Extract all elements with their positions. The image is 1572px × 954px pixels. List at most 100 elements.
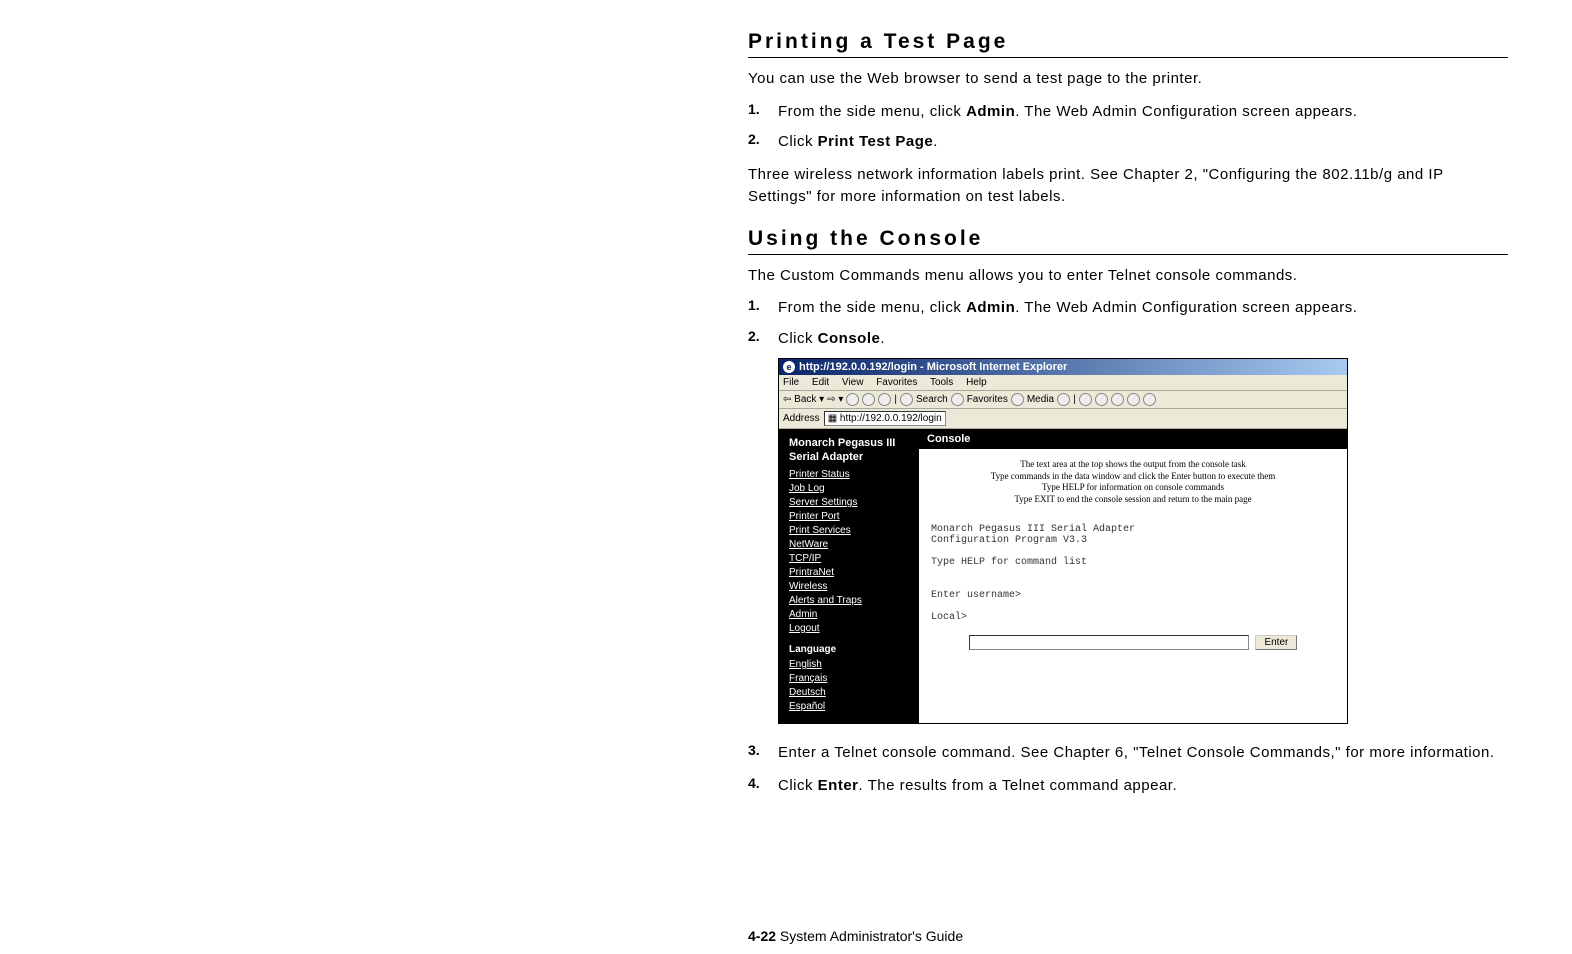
sidebar-link-printranet[interactable]: PrintraNet bbox=[789, 567, 909, 578]
step-text: From the side menu, click Admin. The Web… bbox=[778, 297, 1357, 320]
section2-step2: 2. Click Console. bbox=[748, 328, 1508, 351]
section-heading-console: Using the Console bbox=[748, 227, 1508, 255]
home-icon[interactable] bbox=[878, 393, 891, 406]
console-header: Console bbox=[919, 429, 1347, 449]
address-label: Address bbox=[783, 413, 820, 424]
sidebar-title: Monarch Pegasus III bbox=[789, 437, 909, 449]
sidebar-link-admin[interactable]: Admin bbox=[789, 609, 909, 620]
console-line: Enter username> bbox=[931, 590, 1335, 601]
step-text: Click Enter. The results from a Telnet c… bbox=[778, 775, 1177, 798]
sidebar-link-wireless[interactable]: Wireless bbox=[789, 581, 909, 592]
section2-step3: 3. Enter a Telnet console command. See C… bbox=[748, 742, 1508, 765]
mail-icon[interactable] bbox=[1079, 393, 1092, 406]
sidebar-link-printer-port[interactable]: Printer Port bbox=[789, 511, 909, 522]
language-header: Language bbox=[789, 644, 909, 655]
section1-outro: Three wireless network information label… bbox=[748, 164, 1508, 209]
console-line: Configuration Program V3.3 bbox=[931, 535, 1335, 546]
menu-file[interactable]: File bbox=[783, 377, 799, 388]
ie-titlebar: e http://192.0.0.192/login - Microsoft I… bbox=[779, 359, 1347, 375]
discuss-icon[interactable] bbox=[1127, 393, 1140, 406]
step-text: From the side menu, click Admin. The Web… bbox=[778, 101, 1357, 124]
step-text-a: From the side menu, click bbox=[778, 103, 966, 120]
step-number: 3. bbox=[748, 742, 778, 765]
console-line: Local> bbox=[931, 612, 1335, 623]
section1-step2: 2. Click Print Test Page. bbox=[748, 131, 1508, 154]
step-text-bold: Print Test Page bbox=[818, 133, 934, 150]
print-icon[interactable] bbox=[1095, 393, 1108, 406]
enter-button[interactable]: Enter bbox=[1255, 635, 1297, 650]
history-icon[interactable] bbox=[1057, 393, 1070, 406]
sidebar-link-alerts[interactable]: Alerts and Traps bbox=[789, 595, 909, 606]
menu-view[interactable]: View bbox=[842, 377, 864, 388]
address-value: http://192.0.0.192/login bbox=[840, 413, 942, 424]
media-label[interactable]: Media bbox=[1027, 394, 1054, 405]
ie-title-text: http://192.0.0.192/login - Microsoft Int… bbox=[799, 361, 1067, 373]
step-text-a: From the side menu, click bbox=[778, 299, 966, 316]
section2-intro: The Custom Commands menu allows you to e… bbox=[748, 265, 1508, 288]
sidebar-link-logout[interactable]: Logout bbox=[789, 623, 909, 634]
console-line: Monarch Pegasus III Serial Adapter bbox=[931, 524, 1335, 535]
step-number: 2. bbox=[748, 328, 778, 351]
step-text-a: Click bbox=[778, 133, 818, 150]
sidebar-link-netware[interactable]: NetWare bbox=[789, 539, 909, 550]
section-heading-print-test: Printing a Test Page bbox=[748, 30, 1508, 58]
sidebar-link-server-settings[interactable]: Server Settings bbox=[789, 497, 909, 508]
console-line: Type HELP for command list bbox=[931, 557, 1335, 568]
step-number: 4. bbox=[748, 775, 778, 798]
ie-addressbar: Address ▦ http://192.0.0.192/login bbox=[779, 409, 1347, 429]
menu-favorites[interactable]: Favorites bbox=[876, 377, 917, 388]
step-text: Enter a Telnet console command. See Chap… bbox=[778, 742, 1495, 765]
lang-espanol[interactable]: Español bbox=[789, 701, 909, 712]
favorites-icon[interactable] bbox=[951, 393, 964, 406]
step-text-a: Click bbox=[778, 777, 818, 794]
refresh-icon[interactable] bbox=[862, 393, 875, 406]
forward-button[interactable]: ⇨ ▾ bbox=[827, 394, 843, 405]
step-text-b: . bbox=[933, 133, 938, 150]
back-button[interactable]: ⇦ Back ▾ bbox=[783, 394, 824, 405]
lang-deutsch[interactable]: Deutsch bbox=[789, 687, 909, 698]
menu-help[interactable]: Help bbox=[966, 377, 987, 388]
toolbar-sep: | bbox=[894, 394, 897, 405]
edit-icon[interactable] bbox=[1111, 393, 1124, 406]
step-text-bold: Enter bbox=[818, 777, 859, 794]
tool-icon[interactable] bbox=[1143, 393, 1156, 406]
embedded-screenshot: e http://192.0.0.192/login - Microsoft I… bbox=[778, 358, 1508, 724]
step-number: 1. bbox=[748, 101, 778, 124]
sidebar-link-print-services[interactable]: Print Services bbox=[789, 525, 909, 536]
address-input[interactable]: ▦ http://192.0.0.192/login bbox=[824, 411, 946, 426]
step-text-b: . The results from a Telnet command appe… bbox=[859, 777, 1178, 794]
favorites-label[interactable]: Favorites bbox=[967, 394, 1008, 405]
console-description: The text area at the top shows the outpu… bbox=[919, 449, 1347, 516]
search-icon[interactable] bbox=[900, 393, 913, 406]
section2-step1: 1. From the side menu, click Admin. The … bbox=[748, 297, 1508, 320]
sidebar-link-printer-status[interactable]: Printer Status bbox=[789, 469, 909, 480]
step-text: Click Print Test Page. bbox=[778, 131, 938, 154]
step-text-bold: Admin bbox=[966, 299, 1015, 316]
sidebar-link-tcpip[interactable]: TCP/IP bbox=[789, 553, 909, 564]
ie-page-icon: ▦ bbox=[828, 413, 837, 424]
lang-english[interactable]: English bbox=[789, 659, 909, 670]
sidebar-subtitle: Serial Adapter bbox=[789, 451, 909, 463]
console-desc-line: Type EXIT to end the console session and… bbox=[939, 494, 1327, 506]
step-text-a: Click bbox=[778, 330, 818, 347]
ie-menubar: File Edit View Favorites Tools Help bbox=[779, 375, 1347, 391]
step-text-b: . The Web Admin Configuration screen app… bbox=[1015, 299, 1357, 316]
search-label[interactable]: Search bbox=[916, 394, 948, 405]
step-number: 1. bbox=[748, 297, 778, 320]
menu-tools[interactable]: Tools bbox=[930, 377, 953, 388]
ie-body: Monarch Pegasus III Serial Adapter Print… bbox=[779, 429, 1347, 723]
console-desc-line: The text area at the top shows the outpu… bbox=[939, 459, 1327, 471]
console-output: Monarch Pegasus III Serial Adapter Confi… bbox=[919, 516, 1347, 631]
stop-icon[interactable] bbox=[846, 393, 859, 406]
footer-label: System Administrator's Guide bbox=[776, 928, 963, 944]
console-command-input[interactable] bbox=[969, 635, 1249, 650]
sidebar-link-job-log[interactable]: Job Log bbox=[789, 483, 909, 494]
menu-edit[interactable]: Edit bbox=[812, 377, 829, 388]
ie-toolbar: ⇦ Back ▾ ⇨ ▾ | Search Favorites Media | bbox=[779, 391, 1347, 409]
console-desc-line: Type commands in the data window and cli… bbox=[939, 471, 1327, 483]
media-icon[interactable] bbox=[1011, 393, 1024, 406]
step-text-b: . The Web Admin Configuration screen app… bbox=[1015, 103, 1357, 120]
lang-francais[interactable]: Français bbox=[789, 673, 909, 684]
ie-sidebar: Monarch Pegasus III Serial Adapter Print… bbox=[779, 429, 919, 723]
step-text-bold: Console bbox=[818, 330, 881, 347]
